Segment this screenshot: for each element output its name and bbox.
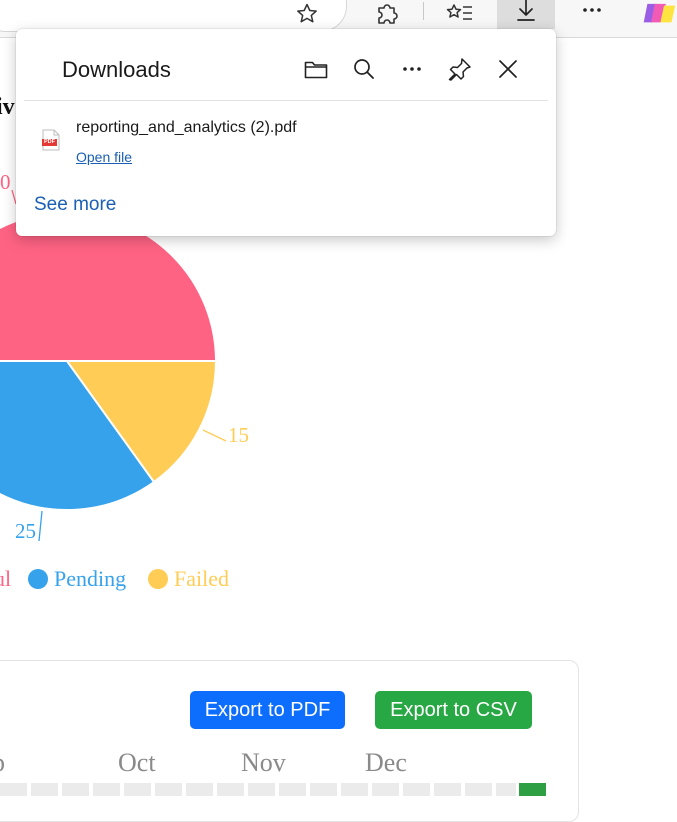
pie-label-successful: 0 <box>0 170 11 194</box>
search-icon[interactable] <box>350 55 378 83</box>
legend-label: Pending <box>54 566 127 591</box>
open-file-link[interactable]: Open file <box>76 149 132 165</box>
pie-label-failed: 15 <box>228 423 249 447</box>
legend-item-successful[interactable]: ul <box>0 566 11 592</box>
heatmap-cell[interactable] <box>217 783 244 796</box>
download-file-name[interactable]: reporting_and_analytics (2).pdf <box>76 119 297 137</box>
heatmap-cell[interactable] <box>496 783 516 796</box>
heatmap-cell[interactable] <box>434 783 461 796</box>
export-csv-button[interactable]: Export to CSV <box>375 691 532 729</box>
pie-leader-line-pending <box>38 510 43 542</box>
heatmap-cell[interactable] <box>372 783 399 796</box>
divider <box>24 100 548 101</box>
heatmap-cell[interactable] <box>248 783 275 796</box>
heatmap-cell[interactable] <box>341 783 368 796</box>
pdf-icon-text: PDF <box>44 139 55 145</box>
heatmap-cell[interactable] <box>62 783 89 796</box>
legend-label: ul <box>0 566 12 591</box>
pdf-file-icon: PDF <box>42 129 60 151</box>
heatmap-cell[interactable] <box>93 783 120 796</box>
month-label: p <box>0 748 5 778</box>
heatmap-cell[interactable] <box>465 783 492 796</box>
heatmap-cell[interactable] <box>279 783 306 796</box>
heatmap-cell-active[interactable] <box>519 783 546 796</box>
more-options-icon[interactable] <box>398 55 426 83</box>
month-label: Dec <box>365 748 407 777</box>
see-more-link[interactable]: See more <box>34 194 116 216</box>
legend-dot-icon <box>28 569 48 589</box>
heatmap-cell[interactable] <box>310 783 337 796</box>
close-icon[interactable] <box>494 55 522 83</box>
legend-item-failed[interactable]: Failed <box>148 566 229 592</box>
pin-icon[interactable] <box>446 55 474 83</box>
heatmap-cell[interactable] <box>155 783 182 796</box>
heatmap-cell[interactable] <box>186 783 213 796</box>
legend-dot-icon <box>148 569 168 589</box>
downloads-flyout: Downloads PDF reporting_and_analytics (2… <box>16 29 556 236</box>
heatmap-cell[interactable] <box>403 783 430 796</box>
pie-leader-line-failed <box>202 429 227 442</box>
heatmap-cell[interactable] <box>0 783 27 796</box>
open-folder-icon[interactable] <box>302 55 330 83</box>
export-pdf-button[interactable]: Export to PDF <box>190 691 345 729</box>
heatmap-cell[interactable] <box>31 783 58 796</box>
legend-item-pending[interactable]: Pending <box>28 566 126 592</box>
pie-label-pending: 25 <box>15 519 36 543</box>
month-label: Oct <box>118 748 156 777</box>
activity-card <box>0 660 579 822</box>
downloads-title: Downloads <box>62 57 171 82</box>
month-label: Nov <box>241 748 286 777</box>
heatmap-cell[interactable] <box>124 783 151 796</box>
legend-label: Failed <box>174 566 229 591</box>
